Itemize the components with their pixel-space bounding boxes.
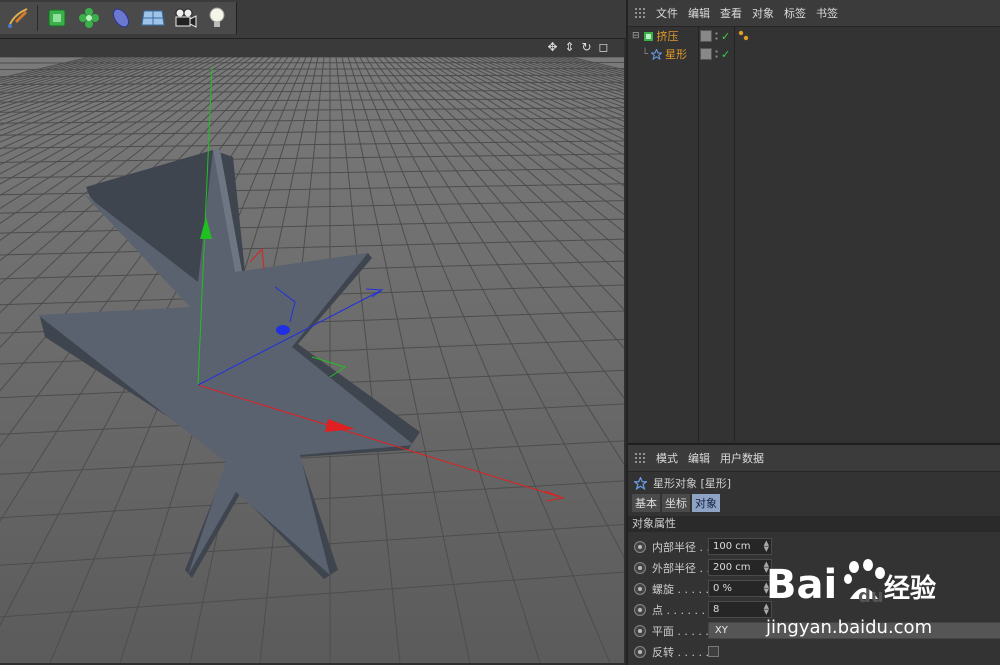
camera-icon — [172, 5, 198, 31]
rotate-view-icon[interactable]: ↻ — [580, 41, 593, 54]
material-tag-icon[interactable] — [738, 30, 750, 42]
prop-label: 螺旋 . . . . . — [652, 581, 708, 597]
prop-value: 100 cm — [713, 541, 751, 552]
visibility-dots-icon[interactable] — [714, 49, 719, 59]
camera-button[interactable] — [171, 4, 199, 32]
tree-expand-icon[interactable]: ⊟ — [632, 31, 640, 41]
prop-label: 点 . . . . . . . — [652, 602, 708, 618]
layer-box-icon[interactable] — [700, 48, 712, 60]
object-tree: ⊟ 挤压 └ 星形 — [628, 27, 699, 442]
spinner-icon[interactable]: ▲▼ — [764, 540, 769, 552]
star-flags[interactable]: ✓ — [698, 45, 734, 63]
animate-radio-icon[interactable] — [634, 604, 646, 616]
animate-radio-icon[interactable] — [634, 541, 646, 553]
tab-object[interactable]: 对象 — [692, 494, 720, 512]
menu-view[interactable]: 查看 — [720, 5, 742, 21]
tree-item-star[interactable]: └ 星形 — [628, 45, 698, 63]
pen-spline-icon — [5, 5, 31, 31]
logo-text-cn: 经验 — [884, 573, 936, 604]
menu-bookmarks[interactable]: 书签 — [816, 5, 838, 21]
menu-edit[interactable]: 编辑 — [688, 450, 710, 466]
grip-icon[interactable] — [634, 7, 646, 19]
menu-tags[interactable]: 标签 — [784, 5, 806, 21]
tree-item-extrude[interactable]: ⊟ 挤压 — [628, 27, 698, 45]
cube-generator-button[interactable] — [43, 4, 71, 32]
outer-radius-input[interactable]: 200 cm▲▼ — [708, 559, 772, 576]
points-input[interactable]: 8▲▼ — [708, 601, 772, 618]
object-tool-group — [0, 2, 237, 34]
prop-label: 反转 . . . . . — [652, 644, 708, 660]
animate-radio-icon[interactable] — [634, 583, 646, 595]
grip-icon[interactable] — [634, 452, 646, 464]
menu-file[interactable]: 文件 — [656, 5, 678, 21]
watermark-url: jingyan.baidu.com — [766, 617, 932, 638]
reverse-checkbox[interactable] — [708, 646, 719, 657]
z-axis-handle-icon — [276, 325, 290, 335]
prop-reverse: 反转 . . . . . — [628, 641, 1000, 662]
visibility-dots-icon[interactable] — [714, 31, 719, 41]
star-spline-icon — [634, 477, 647, 490]
light-button[interactable] — [203, 4, 231, 32]
viewport-scene — [0, 57, 624, 663]
tab-coordinates[interactable]: 坐标 — [662, 494, 690, 512]
prop-value: 0 % — [713, 583, 732, 594]
deformer-icon — [108, 5, 134, 31]
inner-radius-input[interactable]: 100 cm ▲▼ — [708, 538, 772, 555]
floor-button[interactable] — [139, 4, 167, 32]
extrude-flags[interactable]: ✓ — [698, 27, 734, 45]
pen-spline-button[interactable] — [4, 4, 32, 32]
toolbar-separator — [37, 5, 38, 31]
star-spline-icon — [651, 49, 662, 60]
menu-user-data[interactable]: 用户数据 — [720, 450, 764, 466]
tree-connector-icon: └ — [642, 49, 648, 60]
animate-radio-icon[interactable] — [634, 646, 646, 658]
cloner-button[interactable] — [75, 4, 103, 32]
baidu-watermark: Bai du 经验 jingyan.baidu.com — [766, 553, 966, 616]
twist-input[interactable]: 0 %▲▼ — [708, 580, 772, 597]
attribute-tabs: 基本 坐标 对象 — [628, 494, 1000, 512]
baidu-logo-icon: Bai du 经验 — [766, 553, 966, 613]
cloner-flower-icon — [76, 5, 102, 31]
prop-value: 200 cm — [713, 562, 751, 573]
light-bulb-icon — [204, 5, 230, 31]
dolly-view-icon[interactable]: ⇕ — [563, 41, 576, 54]
prop-value: 8 — [713, 604, 719, 615]
deformer-button[interactable] — [107, 4, 135, 32]
enabled-check-icon[interactable]: ✓ — [721, 30, 730, 43]
3d-viewport[interactable]: ✥ ⇕ ↻ ◻ — [0, 39, 624, 663]
object-manager-menubar: 文件 编辑 查看 对象 标签 书签 — [628, 0, 1000, 27]
floor-plane-icon — [140, 5, 166, 31]
menu-mode[interactable]: 模式 — [656, 450, 678, 466]
prop-label: 内部半径 . . — [652, 539, 708, 555]
animate-radio-icon[interactable] — [634, 625, 646, 637]
enabled-check-icon[interactable]: ✓ — [721, 48, 730, 61]
move-view-icon[interactable]: ✥ — [546, 41, 559, 54]
extrude-icon — [643, 31, 654, 42]
section-header: 对象属性 — [628, 516, 1000, 532]
layer-box-icon[interactable] — [700, 30, 712, 42]
tree-item-label: 星形 — [665, 46, 687, 62]
tree-item-label: 挤压 — [657, 28, 679, 44]
logo-text-du: du — [858, 586, 884, 607]
object-manager: 文件 编辑 查看 对象 标签 书签 ⊟ 挤压 └ 星形 ✓ ✓ — [626, 0, 1000, 442]
logo-text-bai: Bai — [766, 562, 837, 608]
tab-basic[interactable]: 基本 — [632, 494, 660, 512]
attribute-menubar: 模式 编辑 用户数据 — [628, 445, 1000, 472]
object-title: 星形对象 [星形] — [653, 475, 731, 491]
main-toolbar — [0, 0, 626, 39]
visibility-column: ✓ ✓ — [698, 27, 735, 442]
viewport-header: ✥ ⇕ ↻ ◻ — [0, 39, 624, 57]
menu-object[interactable]: 对象 — [752, 5, 774, 21]
cube-generator-icon — [44, 5, 70, 31]
animate-radio-icon[interactable] — [634, 562, 646, 574]
prop-label: 外部半径 . . — [652, 560, 708, 576]
prop-label: 平面 . . . . . — [652, 623, 708, 639]
menu-edit[interactable]: 编辑 — [688, 5, 710, 21]
maximize-view-icon[interactable]: ◻ — [597, 41, 610, 54]
attribute-title-row: 星形对象 [星形] — [628, 472, 1000, 494]
